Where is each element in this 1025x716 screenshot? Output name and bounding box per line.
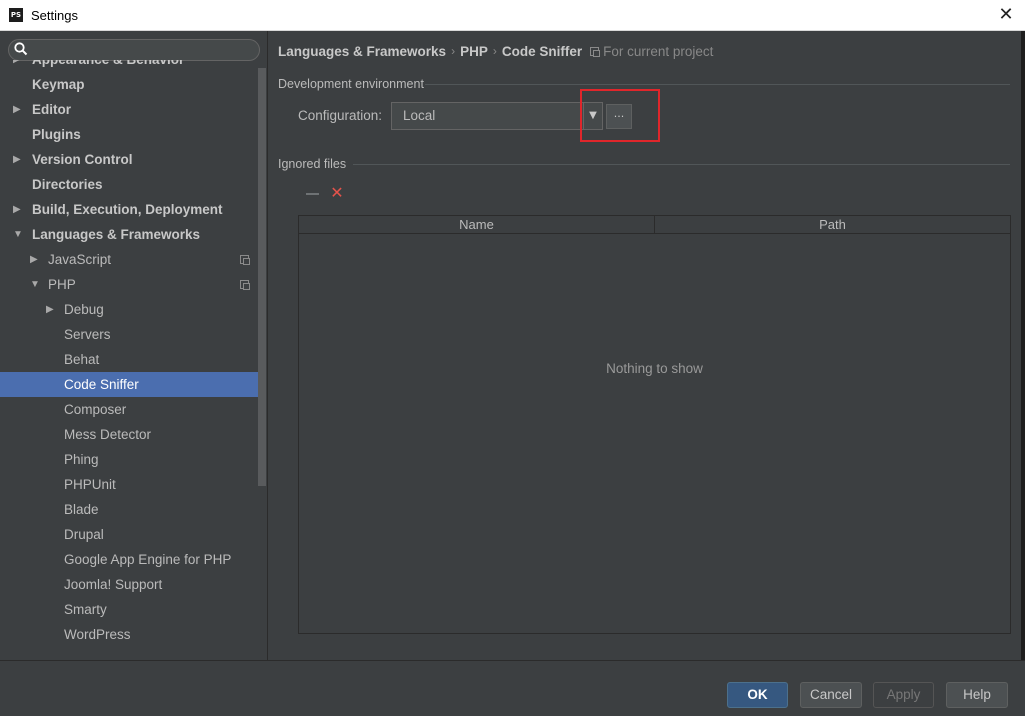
sidebar-item-mess-detector[interactable]: Mess Detector xyxy=(0,422,258,447)
sidebar-item-label: Drupal xyxy=(64,527,104,542)
sidebar-item-label: Google App Engine for PHP xyxy=(64,552,232,567)
sidebar-item-debug[interactable]: ▶ Debug xyxy=(0,297,258,322)
collapsed-arrow-icon[interactable]: ▶ xyxy=(13,147,23,172)
sidebar-item-label: PHPUnit xyxy=(64,477,116,492)
sidebar-item-label: Smarty xyxy=(64,602,107,617)
sidebar-item-javascript[interactable]: ▶ JavaScript xyxy=(0,247,258,272)
sidebar-item-label: Editor xyxy=(32,102,71,117)
breadcrumb-languages: Languages & Frameworks xyxy=(278,43,447,59)
sidebar-item-phpunit[interactable]: PHPUnit xyxy=(0,472,258,497)
ignored-files-table: Name Path Nothing to show xyxy=(298,215,1011,634)
sidebar-item-joomla-support[interactable]: Joomla! Support xyxy=(0,572,258,597)
ok-button[interactable]: OK xyxy=(727,682,788,708)
configuration-value: Local xyxy=(403,108,436,123)
settings-tree: ▶ Appearance & Behavior Keymap ▶ Editor Plugi… xyxy=(0,60,258,647)
search-icon xyxy=(14,42,28,56)
sidebar-item-label: Composer xyxy=(64,402,127,417)
sidebar-item-wordpress[interactable]: WordPress xyxy=(0,622,258,647)
group-divider xyxy=(353,164,1010,165)
sidebar-item-label: Joomla! Support xyxy=(64,577,163,592)
sidebar-item-label: Build, Execution, Deployment xyxy=(32,202,223,217)
title-bar: PS Settings ✕ xyxy=(0,0,1025,31)
sidebar-item-servers[interactable]: Servers xyxy=(0,322,258,347)
annotation-highlight-box xyxy=(580,89,660,142)
sidebar-item-blade[interactable]: Blade xyxy=(0,497,258,522)
sidebar-item-drupal[interactable]: Drupal xyxy=(0,522,258,547)
breadcrumb-php: PHP xyxy=(460,43,488,59)
phpstorm-app-icon: PS xyxy=(9,8,23,22)
project-scope-note: For current project xyxy=(603,43,714,59)
sidebar-item-composer[interactable]: Composer xyxy=(0,397,258,422)
sidebar-item-label: Languages & Frameworks xyxy=(32,227,201,242)
sidebar-item-label: Blade xyxy=(64,502,99,517)
sidebar-item-label: Code Sniffer xyxy=(64,377,139,392)
sidebar-item-version-control[interactable]: ▶ Version Control xyxy=(0,147,258,172)
sidebar-item-label: Behat xyxy=(64,352,100,367)
sidebar-item-label: Version Control xyxy=(32,152,133,167)
breadcrumb-code-sniffer: Code Sniffer xyxy=(501,43,583,59)
expanded-arrow-icon[interactable]: ▼ xyxy=(13,222,23,247)
sidebar-item-phing[interactable]: Phing xyxy=(0,447,258,472)
sidebar-item-keymap[interactable]: Keymap xyxy=(0,72,258,97)
sidebar-item-appearance-behavior[interactable]: ▶ Appearance & Behavior xyxy=(0,60,258,72)
help-button[interactable]: Help xyxy=(946,682,1008,708)
sidebar-item-behat[interactable]: Behat xyxy=(0,347,258,372)
sidebar-item-label: Debug xyxy=(64,302,104,317)
close-icon[interactable]: ✕ xyxy=(995,4,1017,26)
collapsed-arrow-icon[interactable]: ▶ xyxy=(30,247,40,272)
breadcrumb-separator: › xyxy=(451,44,456,58)
sidebar-item-label: Plugins xyxy=(32,127,81,142)
configuration-label: Configuration: xyxy=(298,108,383,123)
window-title: Settings xyxy=(31,7,78,23)
sidebar-item-label: Phing xyxy=(64,452,99,467)
collapsed-arrow-icon[interactable]: ▶ xyxy=(13,97,23,122)
sidebar-item-label: Keymap xyxy=(32,77,85,92)
table-header: Name Path xyxy=(299,216,1010,234)
breadcrumb: Languages & Frameworks › PHP › Code Snif… xyxy=(278,41,713,61)
configuration-select[interactable]: Local ▼ xyxy=(391,102,603,130)
remove-icon[interactable]: ✕ xyxy=(330,185,344,201)
project-scope-icon xyxy=(240,255,250,265)
collapsed-arrow-icon[interactable]: ▶ xyxy=(13,60,23,66)
sidebar-item-label: Appearance & Behavior xyxy=(32,60,184,67)
ignored-files-group-title: Ignored files xyxy=(278,157,347,171)
apply-button[interactable]: Apply xyxy=(873,682,934,708)
settings-content: Languages & Frameworks › PHP › Code Snif… xyxy=(269,31,1021,660)
collapsed-arrow-icon[interactable]: ▶ xyxy=(13,197,23,222)
dev-env-group-title: Development environment xyxy=(278,77,424,91)
sidebar-item-languages-frameworks[interactable]: ▼ Languages & Frameworks xyxy=(0,222,258,247)
column-header-name[interactable]: Name xyxy=(299,216,655,233)
project-scope-icon xyxy=(590,46,601,57)
sidebar-item-build-execution-deployment[interactable]: ▶ Build, Execution, Deployment xyxy=(0,197,258,222)
sidebar-item-directories[interactable]: Directories xyxy=(0,172,258,197)
sidebar-item-plugins[interactable]: Plugins xyxy=(0,122,258,147)
sidebar-item-label: Servers xyxy=(64,327,111,342)
settings-search-input[interactable] xyxy=(8,39,260,61)
sidebar-item-google-app-engine-for-php[interactable]: Google App Engine for PHP xyxy=(0,547,258,572)
sidebar-item-label: PHP xyxy=(48,277,76,292)
group-divider xyxy=(425,84,1010,85)
breadcrumb-separator: › xyxy=(492,44,497,58)
sidebar-item-label: Directories xyxy=(32,177,103,192)
sidebar-item-smarty[interactable]: Smarty xyxy=(0,597,258,622)
sidebar-item-label: WordPress xyxy=(64,627,131,642)
dialog-button-bar: OK Cancel Apply Help xyxy=(0,660,1025,716)
window-edge xyxy=(1021,31,1025,716)
settings-sidebar: ▶ Appearance & Behavior Keymap ▶ Editor Plugi… xyxy=(0,31,268,660)
sidebar-item-label: Mess Detector xyxy=(64,427,152,442)
collapsed-arrow-icon[interactable]: ▶ xyxy=(46,297,56,322)
cancel-button[interactable]: Cancel xyxy=(800,682,862,708)
sidebar-item-code-sniffer[interactable]: Code Sniffer xyxy=(0,372,258,397)
sidebar-item-php[interactable]: ▼ PHP xyxy=(0,272,258,297)
sidebar-item-editor[interactable]: ▶ Editor xyxy=(0,97,258,122)
sidebar-item-label: JavaScript xyxy=(48,252,112,267)
minus-icon[interactable] xyxy=(306,187,319,201)
sidebar-scrollbar-thumb[interactable] xyxy=(258,68,266,486)
project-scope-icon xyxy=(240,280,250,290)
expanded-arrow-icon[interactable]: ▼ xyxy=(30,272,40,297)
column-header-path[interactable]: Path xyxy=(655,216,1010,233)
empty-table-message: Nothing to show xyxy=(606,361,703,376)
